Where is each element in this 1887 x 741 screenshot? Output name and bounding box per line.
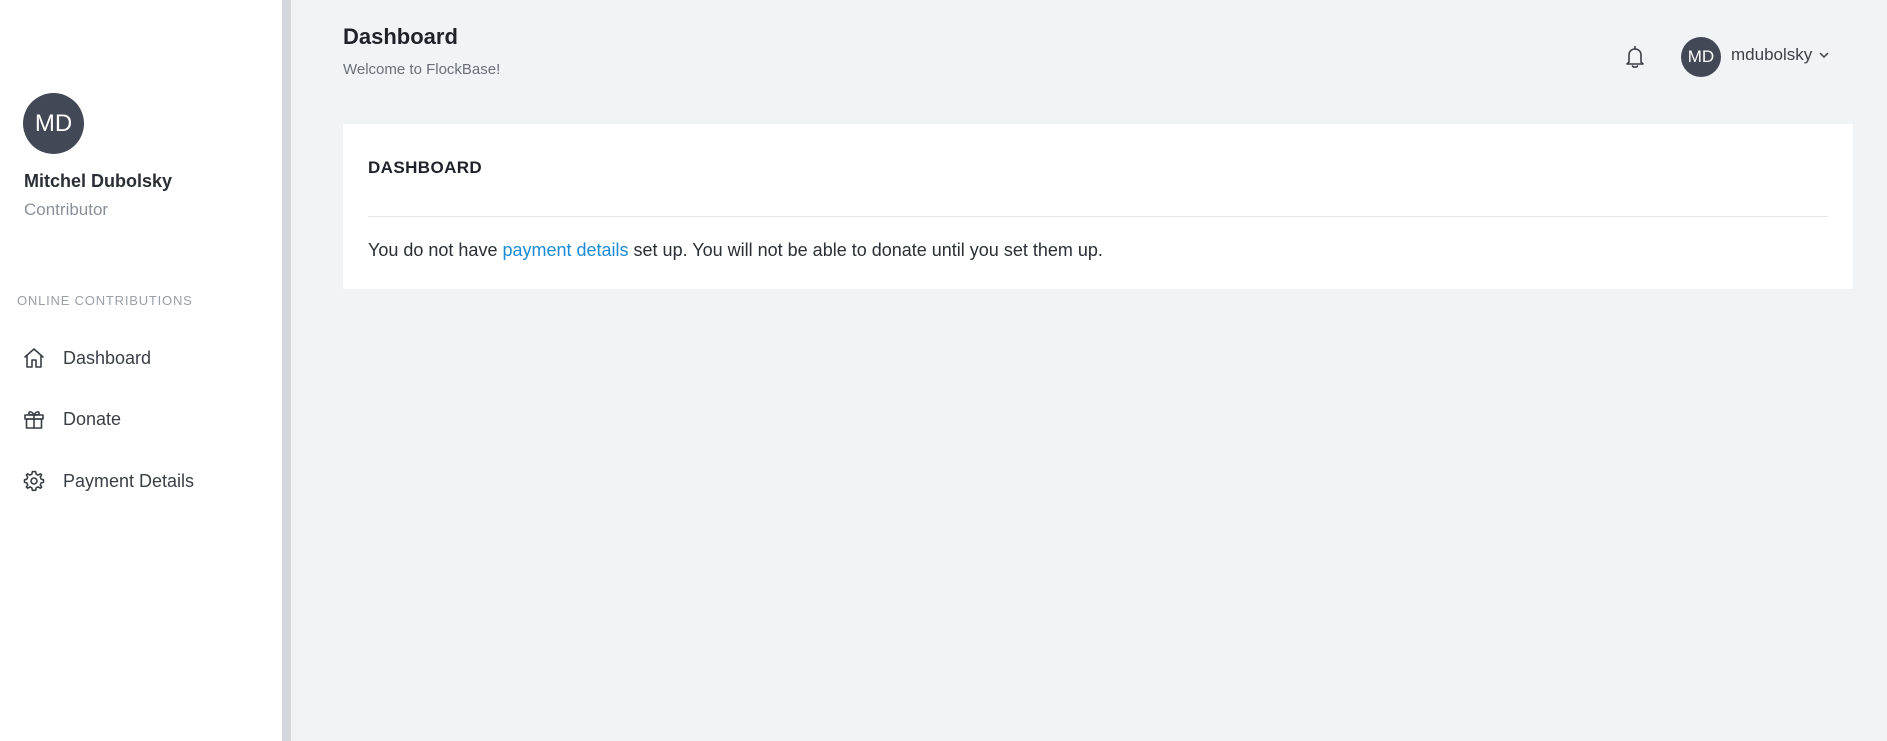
bell-icon (1623, 44, 1647, 75)
gear-icon (20, 468, 47, 495)
sidebar-divider (282, 0, 291, 741)
home-icon (20, 345, 47, 372)
sidebar-item-donate[interactable]: Donate (20, 402, 260, 436)
sidebar-item-dashboard[interactable]: Dashboard (20, 341, 260, 375)
page-title: Dashboard (343, 24, 458, 49)
message-text-after: set up. You will not be able to donate u… (628, 240, 1103, 260)
sidebar-item-payment-details[interactable]: Payment Details (20, 464, 260, 498)
user-menu[interactable]: MD mdubolsky (1681, 37, 1830, 77)
profile-name: Mitchel Dubolsky (24, 171, 173, 191)
profile-avatar-initials: MD (34, 109, 73, 137)
profile-avatar: MD (23, 93, 84, 154)
sidebar-section-label: ONLINE CONTRIBUTIONS (17, 293, 193, 308)
avatar: MD (1681, 37, 1721, 77)
card-title: DASHBOARD (368, 158, 483, 177)
profile-role: Contributor (24, 200, 109, 219)
chevron-down-icon (1818, 49, 1830, 61)
sidebar: MD Mitchel Dubolsky Contributor ONLINE C… (0, 0, 282, 741)
main-content: Dashboard Welcome to FlockBase! MD mdubo… (291, 0, 1887, 741)
avatar-initials: MD (1687, 47, 1715, 66)
notifications-button[interactable] (1621, 44, 1649, 74)
page-subtitle: Welcome to FlockBase! (343, 61, 501, 78)
message-text-before: You do not have (368, 240, 503, 260)
payment-details-link[interactable]: payment details (502, 240, 628, 260)
app-root: MD Mitchel Dubolsky Contributor ONLINE C… (0, 0, 1887, 741)
sidebar-item-label: Payment Details (63, 470, 195, 491)
card-divider (368, 216, 1828, 217)
username: mdubolsky (1731, 45, 1813, 64)
sidebar-item-label: Donate (63, 408, 122, 429)
gift-icon (20, 406, 47, 433)
payment-warning-message: You do not have payment details set up. … (368, 240, 1103, 261)
sidebar-item-label: Dashboard (63, 347, 152, 368)
dashboard-card: DASHBOARD You do not have payment detail… (343, 124, 1853, 289)
